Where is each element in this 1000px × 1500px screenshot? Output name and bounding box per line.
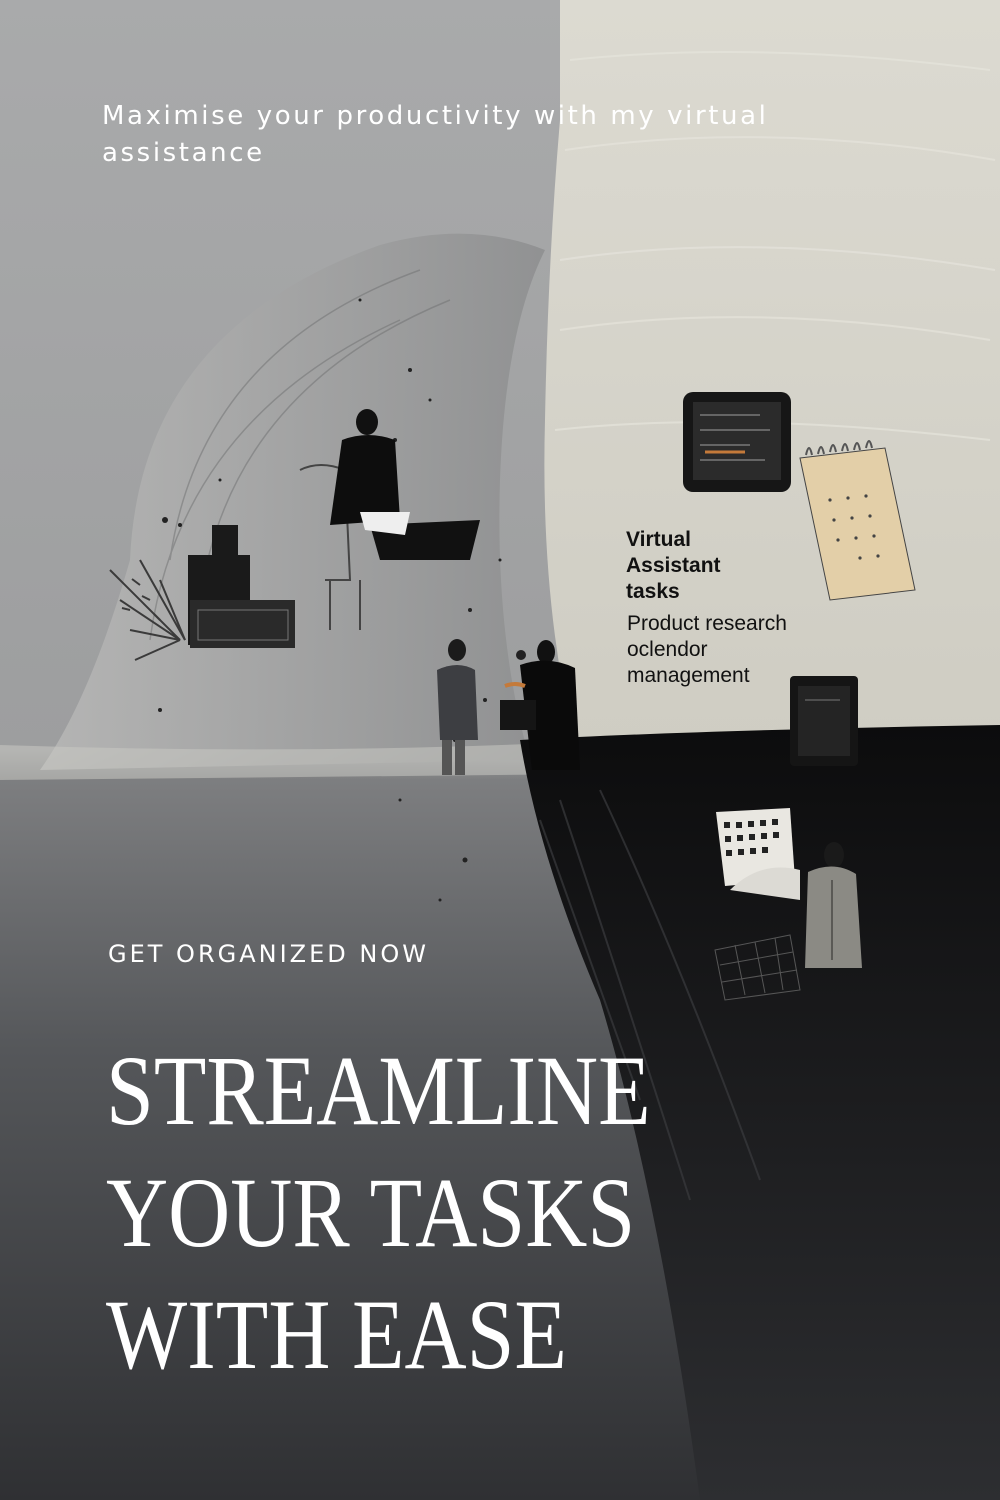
- sign-item-1: Product research: [627, 612, 787, 635]
- sign-item-2: oclendor: [627, 638, 708, 661]
- sign-title-line-1: Virtual: [626, 528, 691, 551]
- eyebrow-cta: GET ORGANIZED NOW: [108, 940, 429, 968]
- sign-title-line-3: tasks: [626, 580, 680, 603]
- phone-illustration: [790, 676, 858, 766]
- monitor-illustration: [683, 392, 791, 492]
- headline-line-1: STREAMLINE: [106, 1035, 651, 1146]
- headline: STREAMLINE YOUR TASKS WITH EASE: [106, 1030, 777, 1396]
- headline-line-3: WITH EASE: [106, 1279, 567, 1390]
- poster: Virtual Assistant tasks Product research…: [0, 0, 1000, 1500]
- tagline: Maximise your productivity with my virtu…: [102, 101, 769, 168]
- sign-title-line-2: Assistant: [626, 554, 721, 577]
- sign-item-3: management: [627, 664, 750, 687]
- headline-line-2: YOUR TASKS: [106, 1157, 636, 1268]
